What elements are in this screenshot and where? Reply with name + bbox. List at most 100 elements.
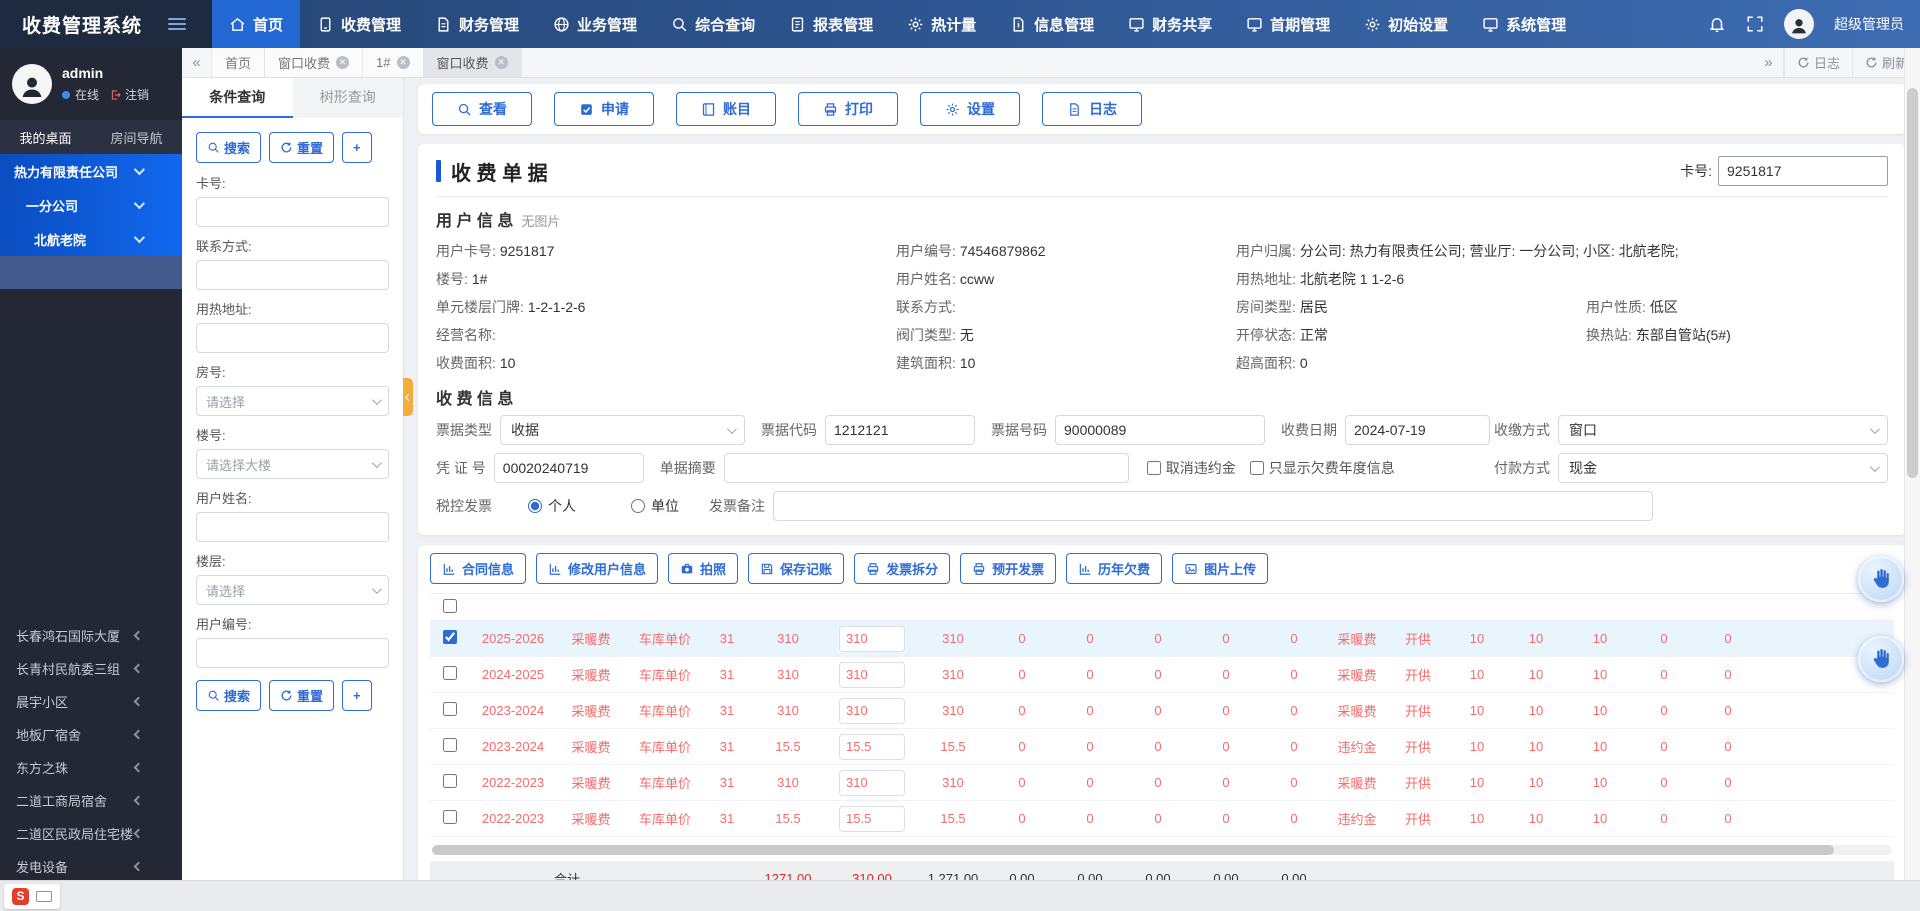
tabs-scroll-right-icon[interactable]: » — [1754, 48, 1784, 77]
table-row[interactable]: 2022-2023 采暖费 车库单价 31 15.5 15.5 0 0 0 0 — [430, 801, 1894, 837]
row-checkbox[interactable] — [443, 738, 457, 752]
table-action-button[interactable]: 保存记账 — [748, 553, 844, 584]
bill-code-input[interactable] — [825, 415, 975, 445]
row-checkbox[interactable] — [443, 774, 457, 788]
nav-menu-item[interactable]: 系统管理 — [1465, 0, 1583, 48]
building-item[interactable] — [0, 256, 182, 289]
table-row[interactable]: 2023-2024 采暖费 车库单价 31 15.5 15.5 0 0 0 0 — [430, 729, 1894, 765]
table-action-button[interactable]: 修改用户信息 — [536, 553, 658, 584]
floating-hand-button[interactable] — [1858, 556, 1904, 602]
add-condition-button[interactable]: + — [342, 680, 372, 711]
table-action-button[interactable]: 历年欠费 — [1066, 553, 1162, 584]
query-field-input[interactable]: 请选择 — [196, 575, 389, 605]
building-item[interactable] — [0, 388, 182, 421]
community-item[interactable]: 二道工商局宿舍 — [0, 784, 182, 817]
row-checkbox[interactable] — [443, 666, 457, 680]
community-item[interactable]: 东方之珠 — [0, 751, 182, 784]
building-item[interactable] — [0, 322, 182, 355]
query-field-input[interactable] — [196, 323, 389, 353]
table-action-button[interactable]: 拍照 — [668, 553, 738, 584]
query-field-input[interactable] — [196, 197, 389, 227]
nav-menu-item[interactable]: 报表管理 — [772, 0, 890, 48]
community-item[interactable]: 晨宇小区 — [0, 685, 182, 718]
community-item[interactable]: 地板厂宿舍 — [0, 718, 182, 751]
pay-amount-input[interactable] — [839, 698, 905, 724]
sidebar-tab[interactable]: 房间导航 — [91, 120, 182, 154]
vertical-scrollbar-thumb[interactable] — [1907, 88, 1918, 478]
select-all-checkbox[interactable] — [443, 599, 457, 613]
table-action-button[interactable]: 预开发票 — [960, 553, 1056, 584]
tree-parent-node[interactable]: 一分公司 — [0, 188, 182, 222]
log-button[interactable]: 日志 — [1784, 48, 1852, 77]
community-item[interactable]: 二道区民政局住宅楼 — [0, 817, 182, 850]
building-item[interactable] — [0, 553, 182, 586]
cancel-penalty-option[interactable]: 取消违约金 — [1147, 458, 1236, 478]
pay-amount-input[interactable] — [839, 626, 905, 652]
building-item[interactable] — [0, 487, 182, 520]
personal-radio[interactable] — [528, 499, 542, 513]
pay-way-select[interactable]: 现金 — [1558, 453, 1888, 483]
row-checkbox[interactable] — [443, 630, 457, 644]
nav-menu-item[interactable]: 信息管理 — [993, 0, 1111, 48]
pay-amount-input[interactable] — [839, 662, 905, 688]
horizontal-scrollbar[interactable] — [432, 845, 1892, 855]
add-condition-button[interactable]: + — [342, 132, 372, 163]
floating-hand-button[interactable] — [1858, 636, 1904, 682]
nav-menu-item[interactable]: 财务共享 — [1111, 0, 1229, 48]
table-action-button[interactable]: 图片上传 — [1172, 553, 1268, 584]
table-row[interactable]: 2022-2023 采暖费 车库单价 31 310 310 0 0 0 0 — [430, 765, 1894, 801]
table-row[interactable]: 2023-2024 采暖费 车库单价 31 310 310 0 0 0 0 — [430, 693, 1894, 729]
community-item[interactable]: 长青村民航委三组 — [0, 652, 182, 685]
toolbar-button[interactable]: 申请 — [554, 92, 654, 126]
card-no-input[interactable] — [1718, 156, 1888, 186]
nav-menu-item[interactable]: 财务管理 — [418, 0, 536, 48]
building-item[interactable] — [0, 355, 182, 388]
sidebar-tab[interactable]: 我的桌面 — [0, 120, 91, 154]
reset-button[interactable]: 重置 — [269, 132, 334, 163]
user-avatar[interactable] — [1784, 9, 1814, 39]
vertical-scrollbar[interactable] — [1904, 48, 1920, 880]
building-item[interactable] — [0, 289, 182, 322]
building-item[interactable] — [0, 520, 182, 553]
nav-menu-item[interactable]: 业务管理 — [536, 0, 654, 48]
pay-amount-input[interactable] — [839, 806, 905, 832]
community-item[interactable]: 发电设备 — [0, 850, 182, 880]
bill-no-input[interactable] — [1055, 415, 1265, 445]
profile-avatar[interactable] — [12, 64, 52, 104]
query-field-input[interactable] — [196, 512, 389, 542]
nav-menu-item[interactable]: 初始设置 — [1347, 0, 1465, 48]
ime-toolbar[interactable]: S — [4, 884, 60, 909]
search-button[interactable]: 搜索 — [196, 680, 261, 711]
query-panel-tab[interactable]: 条件查询 — [182, 78, 293, 118]
personal-radio-option[interactable]: 个人 — [528, 496, 576, 516]
page-tab[interactable]: 窗口收费 ✕ — [424, 48, 522, 77]
fee-date-input[interactable] — [1345, 415, 1490, 445]
pay-amount-input[interactable] — [839, 734, 905, 760]
nav-menu-item[interactable]: 热计量 — [890, 0, 993, 48]
table-action-button[interactable]: 合同信息 — [430, 553, 526, 584]
query-panel-tab[interactable]: 树形查询 — [293, 78, 404, 118]
building-item[interactable] — [0, 454, 182, 487]
tab-close-icon[interactable]: ✕ — [397, 56, 410, 69]
logout-button[interactable]: 注销 — [110, 86, 149, 103]
current-user-name[interactable]: 超级管理员 — [1834, 14, 1904, 34]
nav-menu-item[interactable]: 首期管理 — [1229, 0, 1347, 48]
table-row[interactable]: 2024-2025 采暖费 车库单价 31 310 310 0 0 0 0 — [430, 657, 1894, 693]
toolbar-button[interactable]: 设置 — [920, 92, 1020, 126]
nav-menu-item[interactable]: 首页 — [212, 0, 300, 48]
table-row[interactable]: 2025-2026 采暖费 车库单价 31 310 310 0 0 0 0 — [430, 621, 1894, 657]
toolbar-button[interactable]: 打印 — [798, 92, 898, 126]
query-field-input[interactable]: 请选择大楼 — [196, 449, 389, 479]
page-tab[interactable]: 1# ✕ — [363, 48, 423, 77]
query-field-input[interactable] — [196, 638, 389, 668]
tabs-scroll-left-icon[interactable]: « — [182, 48, 212, 77]
horizontal-scrollbar-thumb[interactable] — [432, 845, 1834, 855]
voucher-input[interactable] — [494, 453, 644, 483]
query-field-input[interactable] — [196, 260, 389, 290]
query-field-input[interactable]: 请选择 — [196, 386, 389, 416]
building-item[interactable] — [0, 421, 182, 454]
panel-collapse-handle[interactable] — [403, 378, 413, 416]
toolbar-button[interactable]: 日志 — [1042, 92, 1142, 126]
toolbar-button[interactable]: 账目 — [676, 92, 776, 126]
pay-amount-input[interactable] — [839, 770, 905, 796]
